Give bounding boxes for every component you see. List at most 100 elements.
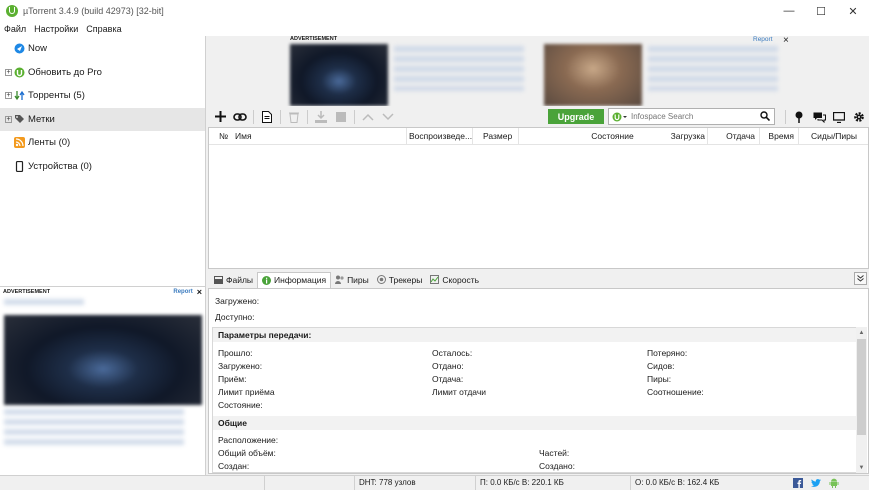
info-details[interactable]: Параметры передачи: Прошло: Загружено: П… (212, 327, 857, 473)
field-upload-speed: Отдача: (432, 374, 464, 384)
sidebar-item-upgrade-pro[interactable]: + Обновить до Pro (0, 61, 205, 85)
torrent-list[interactable]: № Имя Воспроизведе... Размер Состояние З… (208, 127, 869, 269)
search-box[interactable] (608, 108, 775, 125)
rss-icon (14, 137, 25, 149)
remote-button[interactable] (829, 107, 849, 127)
chat-button[interactable] (809, 107, 829, 127)
tracker-icon (376, 275, 386, 284)
column-number[interactable]: № (209, 128, 233, 145)
ad-text-2[interactable] (648, 46, 778, 91)
monitor-icon (833, 111, 845, 123)
collapse-panel-button[interactable] (854, 272, 867, 285)
ad-close-button[interactable]: × (783, 35, 789, 46)
status-upload[interactable]: О: 0.0 КБ/с В: 162.4 КБ (630, 476, 785, 490)
ad-image[interactable] (4, 315, 202, 405)
facebook-icon[interactable] (793, 478, 803, 488)
field-wasted: Потеряно: (647, 348, 688, 358)
tab-label: Скорость (442, 274, 480, 285)
tab-speed[interactable]: Скорость (426, 272, 483, 288)
search-provider-dropdown[interactable] (609, 112, 631, 122)
menu-bar: Файл Настройки Справка (0, 22, 869, 36)
upgrade-button[interactable]: Upgrade (548, 109, 604, 124)
sidebar-item-label: Now (28, 43, 48, 55)
link-icon (233, 112, 247, 121)
torrents-icon (14, 90, 25, 101)
ad-image-2[interactable] (544, 44, 642, 106)
start-button[interactable] (311, 107, 331, 127)
sidebar-item-torrents[interactable]: + Торренты (5) (0, 84, 205, 108)
search-icon[interactable] (760, 111, 771, 124)
sidebar-item-label: Ленты (0) (28, 137, 71, 149)
tab-files[interactable]: Файлы (210, 272, 257, 288)
sidebar-advertisement[interactable]: ADVERTISEMENT Report × (0, 286, 206, 476)
expand-icon[interactable]: + (5, 92, 12, 100)
column-name[interactable]: Имя (231, 128, 407, 145)
field-seeds: Сидов: (647, 361, 675, 371)
delete-button[interactable] (284, 107, 304, 127)
available-label: Доступно: (215, 312, 255, 322)
column-size[interactable]: Размер (479, 128, 519, 145)
menu-settings[interactable]: Настройки (34, 24, 78, 34)
status-dht[interactable]: DHT: 778 узлов (354, 476, 474, 490)
sidebar-item-labels[interactable]: + Метки (0, 107, 205, 131)
sidebar-item-devices[interactable]: Устройства (0) (0, 155, 205, 179)
field-remaining: Осталось: (432, 348, 473, 358)
minimize-button[interactable]: — (773, 0, 805, 22)
move-up-button[interactable] (358, 107, 378, 127)
column-download[interactable]: Загрузка (639, 128, 709, 145)
move-down-button[interactable] (378, 107, 398, 127)
create-torrent-button[interactable] (257, 107, 277, 127)
sidebar-item-feeds[interactable]: Ленты (0) (0, 131, 205, 155)
ad-description[interactable] (4, 409, 184, 449)
tag-icon (14, 114, 25, 125)
scroll-down-icon[interactable]: ▼ (856, 462, 867, 473)
tab-peers[interactable]: Пиры (331, 272, 373, 288)
expand-icon[interactable]: + (5, 68, 12, 76)
field-status: Состояние: (218, 400, 263, 410)
sidebar-item-now[interactable]: Now (0, 37, 205, 61)
tab-label: Информация (274, 275, 327, 285)
column-playback[interactable]: Воспроизведе... (405, 128, 473, 145)
ad-image-1[interactable] (290, 44, 388, 106)
torrent-list-header: № Имя Воспроизведе... Размер Состояние З… (209, 128, 868, 145)
stop-button[interactable] (331, 107, 351, 127)
field-elapsed: Прошло: (218, 348, 253, 358)
bug-report-button[interactable] (789, 107, 809, 127)
ad-text-1[interactable] (394, 46, 524, 91)
tab-trackers[interactable]: Трекеры (373, 272, 427, 288)
status-download[interactable]: П: 0.0 КБ/с В: 220.1 КБ (475, 476, 630, 490)
field-uploaded: Отдано: (432, 361, 464, 371)
search-input[interactable] (631, 112, 751, 121)
add-link-button[interactable] (230, 107, 250, 127)
sidebar-item-label: Обновить до Pro (28, 66, 102, 78)
tab-label: Трекеры (388, 274, 423, 285)
ad-close-button[interactable]: × (197, 287, 202, 297)
expand-icon[interactable]: + (5, 115, 12, 123)
android-icon[interactable] (829, 478, 839, 488)
info-scrollbar[interactable]: ▲ ▼ (856, 327, 867, 473)
menu-file[interactable]: Файл (4, 24, 26, 34)
top-advertisement[interactable]: ADVERTISEMENT Report × (208, 35, 869, 106)
menu-help[interactable]: Справка (86, 24, 121, 34)
column-upload[interactable]: Отдача (707, 128, 760, 145)
field-upload-limit: Лимит отдачи (432, 387, 487, 397)
field-ratio: Соотношение: (647, 387, 704, 397)
settings-button[interactable] (849, 107, 869, 127)
scroll-up-icon[interactable]: ▲ (856, 327, 867, 338)
column-time[interactable]: Время (759, 128, 799, 145)
utorrent-logo-icon (6, 5, 18, 17)
field-pieces: Частей: (539, 448, 570, 458)
info-panel: Загружено: Доступно: Параметры передачи:… (208, 288, 869, 474)
column-seeds-peers[interactable]: Сиды/Пиры (799, 128, 861, 145)
now-icon (14, 43, 25, 54)
tab-info[interactable]: Информация (257, 271, 332, 288)
ad-report-link[interactable]: Report (753, 36, 773, 43)
close-button[interactable]: ✕ (837, 0, 869, 22)
add-torrent-button[interactable] (210, 107, 230, 127)
maximize-button[interactable]: ☐ (805, 0, 837, 22)
scrollbar-thumb[interactable] (857, 339, 866, 435)
twitter-icon[interactable] (811, 478, 821, 488)
ad-report-link[interactable]: Report (173, 289, 192, 295)
field-total-size: Общий объём: (218, 448, 276, 458)
ad-headline (4, 299, 84, 309)
